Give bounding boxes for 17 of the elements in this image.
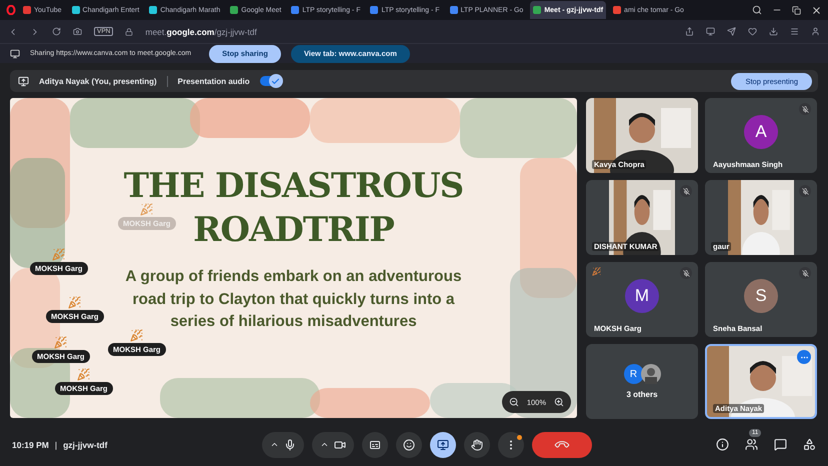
meeting-code: gzj-jjvw-tdf [63,440,108,450]
avatar: R [624,364,644,384]
participant-tile[interactable]: R 3 others [586,344,698,419]
slide-subtitle: road trip to Clayton that quickly turns into a [132,290,455,310]
slide-title: ROADTRIP [193,209,394,252]
separator-text: | [54,440,58,450]
presenter-label: Aditya Nayak (You, presenting) [39,76,157,86]
clock-time: 10:19 PM [12,440,49,450]
avatar: M [625,278,659,312]
slide-subtitle: A group of friends embark on an adventurous [125,267,462,288]
avatar: A [744,114,778,148]
address-field[interactable]: meet.google.com/gzj-jjvw-tdf [145,26,257,36]
slide-subtitle: series of hilarious misadventures [170,312,417,332]
presentation-audio-label: Presentation audio [178,76,250,86]
participant-count: 3 others [626,390,658,399]
slide-title: THE DISASTROUS [124,165,464,208]
avatar: S [744,278,778,312]
